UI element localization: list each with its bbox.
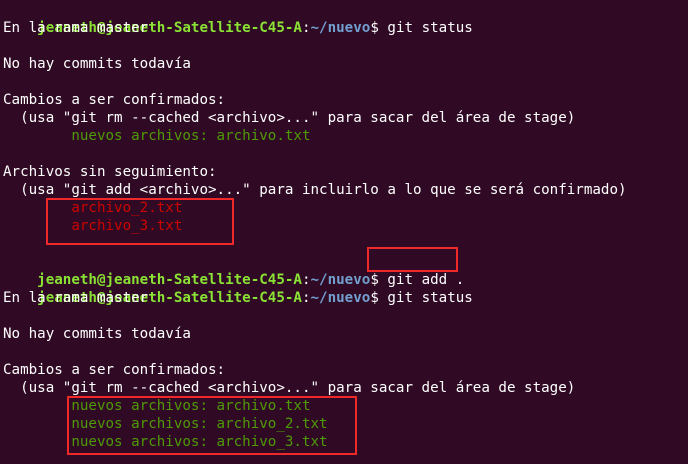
prompt-path: ~/nuevo (310, 20, 371, 36)
staged-file: nuevos archivos: archivo.txt (3, 128, 311, 144)
output-branch: En la rama master (3, 20, 149, 36)
output-no-commits: No hay commits todavía (3, 326, 191, 342)
staged-hint: (usa "git rm --cached <archivo>..." para… (3, 110, 576, 126)
prompt-line: jeaneth@jeaneth-Satellite-C45-A:~/nuevo$… (3, 271, 473, 306)
untracked-header: Archivos sin seguimiento: (3, 164, 217, 180)
command-text: git status (387, 20, 473, 36)
command-text: git status (387, 290, 473, 306)
prompt-colon: : (301, 290, 311, 306)
output-no-commits: No hay commits todavía (3, 56, 191, 72)
prompt-dollar: $ (370, 290, 388, 306)
output-branch: En la rama master (3, 290, 149, 306)
prompt-line: jeaneth@jeaneth-Satellite-C45-A:~/nuevo$… (3, 1, 473, 36)
highlight-box-git-add (367, 247, 458, 272)
highlight-box-staged (67, 396, 357, 455)
highlight-box-untracked (46, 198, 234, 245)
staged-hint: (usa "git rm --cached <archivo>..." para… (3, 380, 576, 396)
prompt-colon: : (301, 20, 311, 36)
prompt-path: ~/nuevo (310, 290, 371, 306)
prompt-dollar: $ (370, 20, 388, 36)
terminal-window[interactable]: jeaneth@jeaneth-Satellite-C45-A:~/nuevo$… (0, 0, 688, 464)
untracked-hint: (usa "git add <archivo>..." para incluir… (3, 182, 627, 198)
staged-header: Cambios a ser confirmados: (3, 92, 226, 108)
staged-header: Cambios a ser confirmados: (3, 362, 226, 378)
